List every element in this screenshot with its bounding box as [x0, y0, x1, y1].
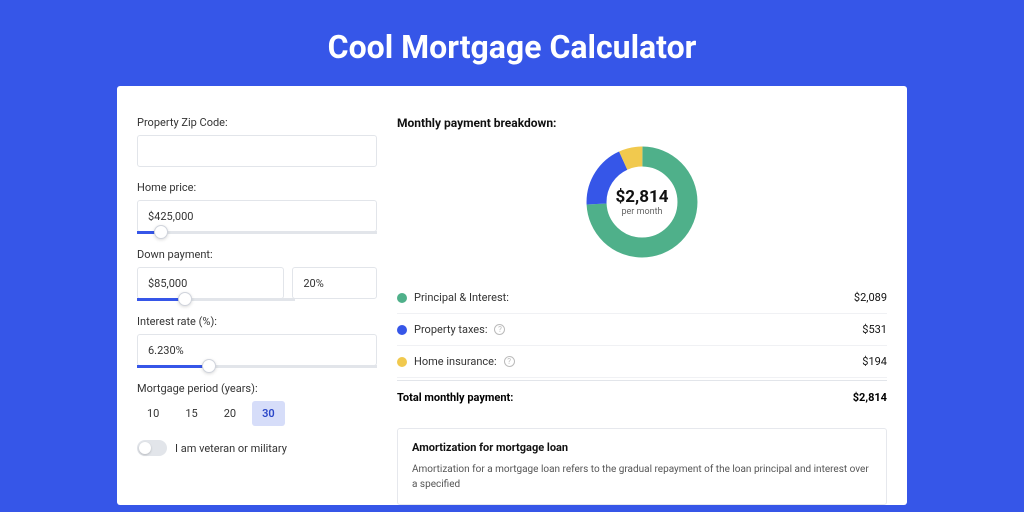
- down-percent-input[interactable]: [292, 267, 377, 299]
- legend-insurance-value: $194: [862, 355, 887, 368]
- veteran-row: I am veteran or military: [137, 440, 377, 456]
- swatch-insurance: [397, 357, 407, 367]
- legend-taxes: Property taxes: ? $531: [397, 314, 887, 346]
- price-field: Home price:: [137, 181, 377, 234]
- period-20[interactable]: 20: [214, 401, 246, 426]
- legend-principal: Principal & Interest: $2,089: [397, 282, 887, 314]
- donut-center: $2,814 per month: [582, 142, 702, 262]
- rate-input[interactable]: [137, 334, 377, 366]
- legend-insurance-label: Home insurance:: [414, 355, 497, 368]
- zip-field: Property Zip Code:: [137, 116, 377, 167]
- swatch-principal: [397, 293, 407, 303]
- price-slider-thumb[interactable]: [154, 225, 168, 239]
- period-15[interactable]: 15: [175, 401, 207, 426]
- rate-field: Interest rate (%):: [137, 315, 377, 368]
- legend-taxes-label: Property taxes:: [414, 323, 487, 336]
- veteran-toggle[interactable]: [137, 440, 167, 456]
- period-10[interactable]: 10: [137, 401, 169, 426]
- input-panel: Property Zip Code: Home price: Down paym…: [137, 116, 377, 505]
- swatch-taxes: [397, 325, 407, 335]
- total-row: Total monthly payment: $2,814: [397, 380, 887, 418]
- zip-input[interactable]: [137, 135, 377, 167]
- rate-slider[interactable]: [137, 365, 377, 368]
- legend-taxes-value: $531: [862, 323, 887, 336]
- veteran-label: I am veteran or military: [175, 442, 287, 455]
- down-amount-input[interactable]: [137, 267, 284, 299]
- amortization-title: Amortization for mortgage loan: [412, 441, 872, 454]
- veteran-toggle-knob: [139, 442, 151, 454]
- legend-insurance: Home insurance: ? $194: [397, 346, 887, 378]
- price-slider[interactable]: [137, 231, 377, 234]
- price-label: Home price:: [137, 181, 377, 194]
- zip-label: Property Zip Code:: [137, 116, 377, 129]
- donut-chart: $2,814 per month: [582, 142, 702, 262]
- info-icon[interactable]: ?: [504, 356, 515, 367]
- amortization-box: Amortization for mortgage loan Amortizat…: [397, 428, 887, 505]
- total-label: Total monthly payment:: [397, 391, 513, 404]
- period-field: Mortgage period (years): 10 15 20 30: [137, 382, 377, 426]
- info-icon[interactable]: ?: [494, 324, 505, 335]
- breakdown-heading: Monthly payment breakdown:: [397, 116, 887, 130]
- rate-slider-fill: [137, 365, 209, 368]
- donut-sub: per month: [621, 207, 662, 217]
- period-label: Mortgage period (years):: [137, 382, 377, 395]
- donut-amount: $2,814: [616, 187, 669, 207]
- calculator-card: Property Zip Code: Home price: Down paym…: [117, 86, 907, 505]
- period-buttons: 10 15 20 30: [137, 401, 377, 426]
- down-field: Down payment:: [137, 248, 377, 301]
- total-value: $2,814: [853, 391, 887, 404]
- rate-slider-thumb[interactable]: [202, 359, 216, 373]
- donut-wrap: $2,814 per month: [397, 142, 887, 262]
- price-input[interactable]: [137, 200, 377, 232]
- down-slider-thumb[interactable]: [178, 292, 192, 306]
- down-label: Down payment:: [137, 248, 377, 261]
- page-title: Cool Mortgage Calculator: [0, 0, 1024, 86]
- legend-principal-label: Principal & Interest:: [414, 291, 509, 304]
- rate-label: Interest rate (%):: [137, 315, 377, 328]
- breakdown-panel: Monthly payment breakdown: $2,814 per mo…: [397, 116, 887, 505]
- amortization-text: Amortization for a mortgage loan refers …: [412, 462, 872, 492]
- down-slider[interactable]: [137, 298, 295, 301]
- legend-principal-value: $2,089: [854, 291, 887, 304]
- period-30[interactable]: 30: [252, 401, 285, 426]
